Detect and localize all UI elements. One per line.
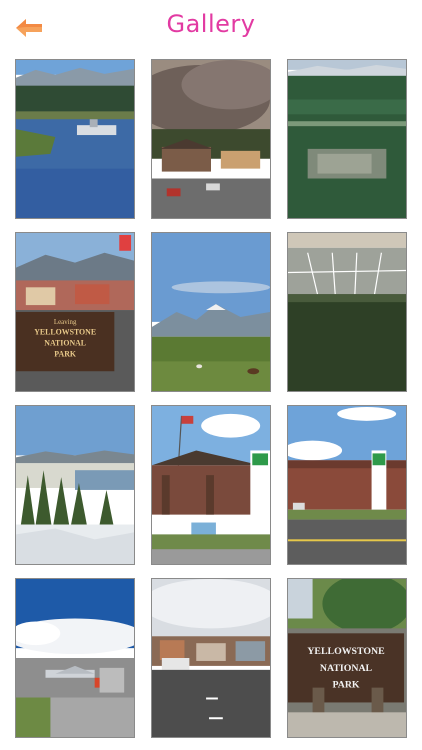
photo-main-street[interactable]	[151, 578, 271, 738]
photo-mountain-pasture[interactable]	[151, 232, 271, 392]
photo-airport[interactable]	[15, 578, 135, 738]
photo-aerial-town-grid[interactable]	[287, 232, 407, 392]
svg-text:NATIONAL: NATIONAL	[320, 663, 373, 674]
svg-text:YELLOWSTONE: YELLOWSTONE	[307, 646, 385, 657]
photo-yellowstone-sign-town[interactable]: Leaving YELLOWSTONE NATIONAL PARK	[15, 232, 135, 392]
svg-text:Leaving: Leaving	[54, 319, 77, 326]
photo-aerial-forest-town[interactable]	[287, 59, 407, 219]
photo-lake-trees[interactable]	[15, 405, 135, 565]
svg-text:PARK: PARK	[54, 349, 77, 358]
photo-smoke-town[interactable]	[151, 59, 271, 219]
photo-river-boats[interactable]	[15, 59, 135, 219]
svg-text:NATIONAL: NATIONAL	[44, 339, 86, 348]
svg-text:PARK: PARK	[332, 680, 359, 691]
photo-grid: Leaving YELLOWSTONE NATIONAL PARK YELLOW…	[0, 0, 422, 750]
photo-lodge-entrance[interactable]	[151, 405, 271, 565]
svg-text:YELLOWSTONE: YELLOWSTONE	[34, 328, 96, 337]
photo-holiday-inn[interactable]	[287, 405, 407, 565]
photo-park-sign[interactable]: YELLOWSTONE NATIONAL PARK	[287, 578, 407, 738]
